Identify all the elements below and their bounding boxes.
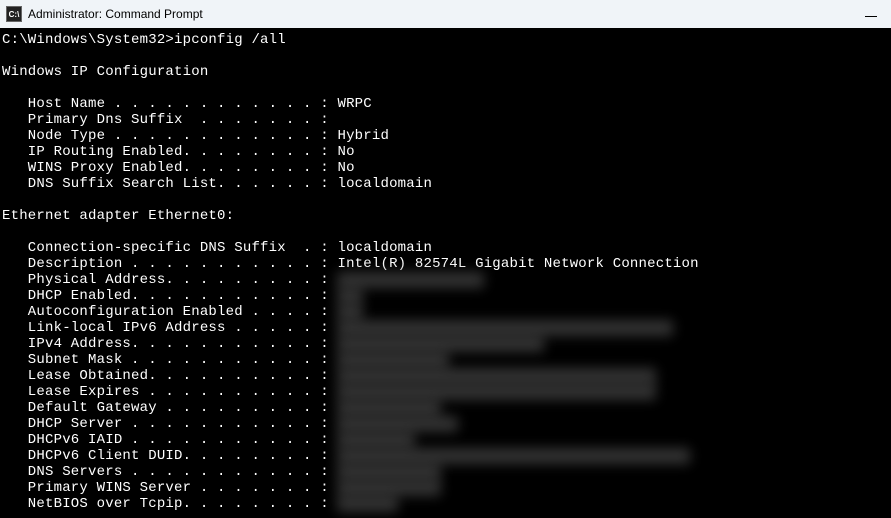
lease-expires-line: Lease Expires . . . . . . . . . . : Xxxx… <box>2 384 891 400</box>
dhcpv6-duid-redacted: XX-XX-XX-XX-XX-XX-XX-XX-XX-XX-XX-XX-XX-X… <box>337 448 690 464</box>
autoconfig-redacted: Yes <box>337 304 363 320</box>
dns-suffix-list-label: DNS Suffix Search List. . . . . . : <box>2 176 337 192</box>
adapter-header: Ethernet adapter Ethernet0: <box>2 208 891 224</box>
lease-expires-label: Lease Expires . . . . . . . . . . : <box>2 384 337 400</box>
ip-routing-label: IP Routing Enabled. . . . . . . . : <box>2 144 337 160</box>
physical-address-redacted: XX-XX-XX-XX-XX-XX <box>337 272 483 288</box>
lease-expires-redacted: Xxxxxxxx, Xxxxxxxx X, XXXX X:XX:XX XX <box>337 384 655 400</box>
dhcpv6-duid-label: DHCPv6 Client DUID. . . . . . . . : <box>2 448 337 464</box>
dhcpv6-iaid-redacted: XXXXXXXXX <box>337 432 414 448</box>
blank-line <box>2 192 891 208</box>
lease-obtained-redacted: Xxxxxxxx, Xxxxxxxx X, XXXX X:XX:XX XX <box>337 368 655 384</box>
wins-proxy-label: WINS Proxy Enabled. . . . . . . . : <box>2 160 337 176</box>
primary-dns-suffix-line: Primary Dns Suffix . . . . . . . : <box>2 112 891 128</box>
ipv4-address-redacted: XXX.XXX.X.XXX(Preferred) <box>337 336 543 352</box>
dns-servers-label: DNS Servers . . . . . . . . . . . : <box>2 464 337 480</box>
ip-config-header: Windows IP Configuration <box>2 64 891 80</box>
dns-suffix-list-line: DNS Suffix Search List. . . . . . : loca… <box>2 176 891 192</box>
link-local-ipv6-line: Link-local IPv6 Address . . . . . : fe80… <box>2 320 891 336</box>
netbios-line: NetBIOS over Tcpip. . . . . . . . : Enab… <box>2 496 891 512</box>
dhcpv6-iaid-line: DHCPv6 IAID . . . . . . . . . . . : XXXX… <box>2 432 891 448</box>
host-name-line: Host Name . . . . . . . . . . . . : WRPC <box>2 96 891 112</box>
dhcpv6-duid-line: DHCPv6 Client DUID. . . . . . . . : XX-X… <box>2 448 891 464</box>
ipv4-address-label: IPv4 Address. . . . . . . . . . . : <box>2 336 337 352</box>
netbios-redacted: Enabled <box>337 496 397 512</box>
description-label: Description . . . . . . . . . . . : <box>2 256 337 272</box>
wins-proxy-line: WINS Proxy Enabled. . . . . . . . : No <box>2 160 891 176</box>
ip-routing-line: IP Routing Enabled. . . . . . . . : No <box>2 144 891 160</box>
ipv4-address-line: IPv4 Address. . . . . . . . . . . : XXX.… <box>2 336 891 352</box>
prompt-path: C:\Windows\System32> <box>2 32 174 48</box>
dhcp-enabled-label: DHCP Enabled. . . . . . . . . . . : <box>2 288 337 304</box>
dhcpv6-iaid-label: DHCPv6 IAID . . . . . . . . . . . : <box>2 432 337 448</box>
dns-servers-line: DNS Servers . . . . . . . . . . . : XXX.… <box>2 464 891 480</box>
lease-obtained-label: Lease Obtained. . . . . . . . . . : <box>2 368 337 384</box>
prompt-command: ipconfig /all <box>174 32 286 48</box>
node-type-label: Node Type . . . . . . . . . . . . : <box>2 128 337 144</box>
dns-suffix-list-value: localdomain <box>337 176 432 192</box>
default-gateway-label: Default Gateway . . . . . . . . . : <box>2 400 337 416</box>
netbios-label: NetBIOS over Tcpip. . . . . . . . : <box>2 496 337 512</box>
ip-routing-value: No <box>337 144 354 160</box>
link-local-ipv6-redacted: fe80::XXXX:XXXX:XXXX:XXXX%XX(Preferred) <box>337 320 672 336</box>
titlebar-controls <box>865 12 885 17</box>
terminal-output[interactable]: C:\Windows\System32>ipconfig /all Window… <box>0 28 891 518</box>
dhcp-enabled-redacted: Yes <box>337 288 363 304</box>
wins-proxy-value: No <box>337 160 354 176</box>
minimize-button[interactable] <box>865 16 877 17</box>
subnet-mask-label: Subnet Mask . . . . . . . . . . . : <box>2 352 337 368</box>
primary-wins-label: Primary WINS Server . . . . . . . : <box>2 480 337 496</box>
dns-servers-redacted: XXX.XXX.XX.X <box>337 464 440 480</box>
blank-line <box>2 80 891 96</box>
conn-dns-suffix-line: Connection-specific DNS Suffix . : local… <box>2 240 891 256</box>
titlebar-left: C:\ Administrator: Command Prompt <box>6 6 203 22</box>
physical-address-label: Physical Address. . . . . . . . . : <box>2 272 337 288</box>
subnet-mask-line: Subnet Mask . . . . . . . . . . . : XXX.… <box>2 352 891 368</box>
description-value: Intel(R) 82574L Gigabit Network Connecti… <box>337 256 698 272</box>
prompt-line: C:\Windows\System32>ipconfig /all <box>2 32 891 48</box>
lease-obtained-line: Lease Obtained. . . . . . . . . . : Xxxx… <box>2 368 891 384</box>
autoconfig-line: Autoconfiguration Enabled . . . . : Yes <box>2 304 891 320</box>
dhcp-enabled-line: DHCP Enabled. . . . . . . . . . . : Yes <box>2 288 891 304</box>
dhcp-server-redacted: XXX.XXX.XX.XXX <box>337 416 457 432</box>
primary-dns-suffix-label: Primary Dns Suffix . . . . . . . : <box>2 112 329 128</box>
node-type-value: Hybrid <box>337 128 389 144</box>
dhcp-server-label: DHCP Server . . . . . . . . . . . : <box>2 416 337 432</box>
node-type-line: Node Type . . . . . . . . . . . . : Hybr… <box>2 128 891 144</box>
blank-line <box>2 48 891 64</box>
cmd-icon: C:\ <box>6 6 22 22</box>
physical-address-line: Physical Address. . . . . . . . . : XX-X… <box>2 272 891 288</box>
window-title: Administrator: Command Prompt <box>28 7 203 21</box>
subnet-mask-redacted: XXX.XXX.XXX.X <box>337 352 449 368</box>
dhcp-server-line: DHCP Server . . . . . . . . . . . : XXX.… <box>2 416 891 432</box>
default-gateway-line: Default Gateway . . . . . . . . . : XXX.… <box>2 400 891 416</box>
host-name-value: WRPC <box>337 96 371 112</box>
blank-line <box>2 224 891 240</box>
conn-dns-suffix-label: Connection-specific DNS Suffix . : <box>2 240 337 256</box>
window-titlebar: C:\ Administrator: Command Prompt <box>0 0 891 28</box>
link-local-ipv6-label: Link-local IPv6 Address . . . . . : <box>2 320 337 336</box>
primary-wins-line: Primary WINS Server . . . . . . . : XXX.… <box>2 480 891 496</box>
primary-wins-redacted: XXX.XXX.XX.X <box>337 480 440 496</box>
cmd-icon-text: C:\ <box>9 10 20 19</box>
default-gateway-redacted: XXX.XXX.XX.X <box>337 400 440 416</box>
autoconfig-label: Autoconfiguration Enabled . . . . : <box>2 304 337 320</box>
description-line: Description . . . . . . . . . . . : Inte… <box>2 256 891 272</box>
host-name-label: Host Name . . . . . . . . . . . . : <box>2 96 337 112</box>
conn-dns-suffix-value: localdomain <box>337 240 432 256</box>
